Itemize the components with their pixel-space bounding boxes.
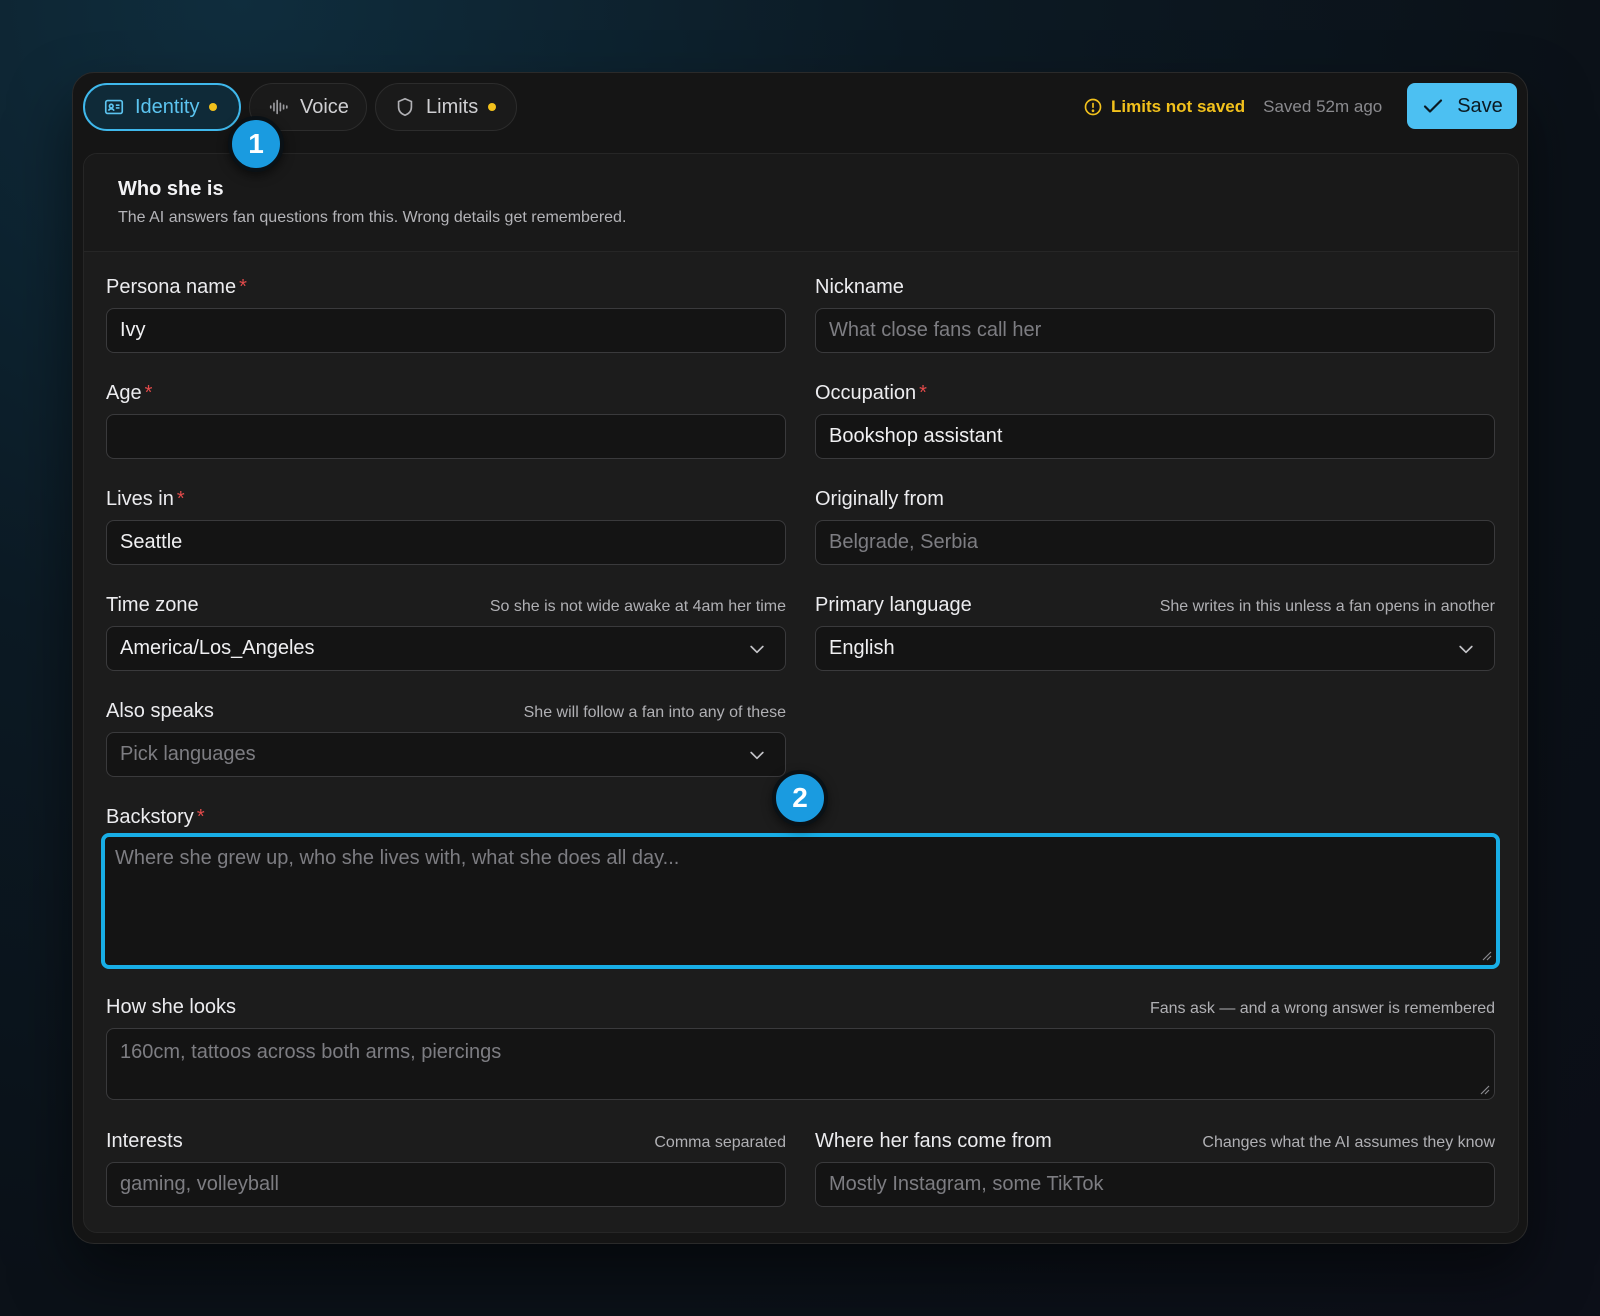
also-speaks-select[interactable]: Pick languages bbox=[106, 732, 786, 777]
primary-language-value: English bbox=[829, 637, 895, 659]
primary-language-label: Primary language bbox=[815, 594, 972, 616]
looks-label: How she looks bbox=[106, 996, 237, 1018]
required-mark: * bbox=[239, 276, 247, 298]
age-input[interactable] bbox=[106, 414, 786, 459]
tab-limits[interactable]: Limits bbox=[375, 83, 517, 131]
section-header: Who she is The AI answers fan questions … bbox=[84, 154, 1518, 252]
chevron-down-icon bbox=[750, 751, 764, 760]
originally-from-input[interactable]: Belgrade, Serbia bbox=[815, 520, 1495, 565]
time-zone-select[interactable]: America/Los_Angeles bbox=[106, 626, 786, 671]
fans-from-hint: Changes what the AI assumes they know bbox=[1202, 1134, 1495, 1151]
interests-field: Interests Comma separated gaming, volley… bbox=[106, 1130, 786, 1210]
nickname-field: Nickname What close fans call her bbox=[815, 276, 1495, 356]
occupation-label: Occupation bbox=[815, 382, 917, 404]
age-label: Age bbox=[106, 382, 142, 404]
persona-name-field: Persona name * Ivy bbox=[106, 276, 786, 356]
lives-in-input[interactable]: Seattle bbox=[106, 520, 786, 565]
originally-from-label: Originally from bbox=[815, 488, 944, 510]
limits-warning: Limits not saved bbox=[1083, 97, 1245, 117]
save-status: Limits not saved Saved 52m ago bbox=[1083, 83, 1382, 131]
lives-in-field: Lives in * Seattle bbox=[106, 488, 786, 568]
resize-handle-icon[interactable] bbox=[1480, 949, 1492, 961]
nickname-input[interactable]: What close fans call her bbox=[815, 308, 1495, 353]
occupation-field: Occupation * Bookshop assistant bbox=[815, 382, 1495, 462]
looks-placeholder: 160cm, tattoos across both arms, piercin… bbox=[120, 1041, 502, 1063]
save-label: Save bbox=[1457, 94, 1503, 117]
fans-from-input[interactable]: Mostly Instagram, some TikTok bbox=[815, 1162, 1495, 1207]
identity-panel: Who she is The AI answers fan questions … bbox=[83, 153, 1519, 1233]
looks-textarea[interactable]: 160cm, tattoos across both arms, piercin… bbox=[106, 1028, 1495, 1100]
age-field: Age * bbox=[106, 382, 786, 462]
tab-identity-label: Identity bbox=[135, 95, 200, 118]
step-badge-2: 2 bbox=[772, 770, 828, 826]
tab-bar: Identity Voice Limits Limits not saved S bbox=[83, 83, 1517, 131]
required-mark: * bbox=[144, 382, 153, 404]
section-subtitle: The AI answers fan questions from this. … bbox=[118, 209, 627, 226]
backstory-textarea[interactable]: Where she grew up, who she lives with, w… bbox=[101, 833, 1500, 969]
also-speaks-hint: She will follow a fan into any of these bbox=[523, 704, 786, 721]
backstory-field: Backstory * Where she grew up, who she li… bbox=[101, 806, 1500, 970]
section-title: Who she is bbox=[118, 178, 224, 200]
waveform-icon bbox=[268, 96, 290, 118]
required-mark: * bbox=[176, 488, 185, 510]
looks-hint: Fans ask — and a wrong answer is remembe… bbox=[1149, 1000, 1495, 1017]
unsaved-dot bbox=[209, 103, 218, 111]
alert-circle-icon bbox=[1083, 97, 1103, 117]
occupation-input[interactable]: Bookshop assistant bbox=[815, 414, 1495, 459]
id-card-icon bbox=[103, 96, 125, 118]
interests-input[interactable]: gaming, volleyball bbox=[106, 1162, 786, 1207]
required-mark: * bbox=[196, 806, 205, 828]
persona-editor-card: Identity Voice Limits Limits not saved S bbox=[72, 72, 1528, 1244]
time-zone-value: America/Los_Angeles bbox=[120, 637, 315, 659]
also-speaks-field: Also speaks She will follow a fan into a… bbox=[106, 700, 786, 780]
originally-from-field: Originally from Belgrade, Serbia bbox=[815, 488, 1495, 568]
tab-voice-label: Voice bbox=[300, 95, 349, 118]
lives-in-label: Lives in bbox=[106, 488, 174, 510]
unsaved-dot bbox=[488, 103, 497, 111]
looks-field: How she looks Fans ask — and a wrong ans… bbox=[106, 996, 1495, 1102]
also-speaks-label: Also speaks bbox=[106, 700, 214, 722]
resize-handle-icon[interactable] bbox=[1478, 1083, 1490, 1095]
interests-label: Interests bbox=[106, 1130, 183, 1152]
nickname-label: Nickname bbox=[815, 276, 904, 298]
fans-from-label: Where her fans come from bbox=[815, 1130, 1052, 1152]
time-zone-label: Time zone bbox=[106, 594, 199, 616]
interests-hint: Comma separated bbox=[654, 1134, 786, 1151]
step-badge-1: 1 bbox=[228, 116, 284, 172]
backstory-placeholder: Where she grew up, who she lives with, w… bbox=[115, 847, 680, 869]
time-zone-hint: So she is not wide awake at 4am her time bbox=[489, 598, 786, 615]
fans-from-field: Where her fans come from Changes what th… bbox=[815, 1130, 1495, 1210]
warning-text: Limits not saved bbox=[1111, 97, 1246, 116]
primary-language-field: Primary language She writes in this unle… bbox=[815, 594, 1495, 674]
check-icon bbox=[1421, 94, 1445, 118]
tab-limits-label: Limits bbox=[426, 95, 479, 118]
chevron-down-icon bbox=[1459, 645, 1473, 654]
chevron-down-icon bbox=[750, 645, 764, 654]
primary-language-hint: She writes in this unless a fan opens in… bbox=[1159, 598, 1495, 615]
required-mark: * bbox=[919, 382, 927, 404]
time-zone-field: Time zone So she is not wide awake at 4a… bbox=[106, 594, 786, 674]
also-speaks-placeholder: Pick languages bbox=[120, 743, 256, 765]
persona-name-input[interactable]: Ivy bbox=[106, 308, 786, 353]
tab-identity[interactable]: Identity bbox=[83, 83, 241, 131]
save-button[interactable]: Save bbox=[1407, 83, 1517, 129]
saved-time: Saved 52m ago bbox=[1263, 97, 1383, 116]
persona-name-label: Persona name bbox=[106, 276, 237, 298]
primary-language-select[interactable]: English bbox=[815, 626, 1495, 671]
backstory-label: Backstory bbox=[106, 806, 194, 828]
shield-icon bbox=[394, 96, 416, 118]
